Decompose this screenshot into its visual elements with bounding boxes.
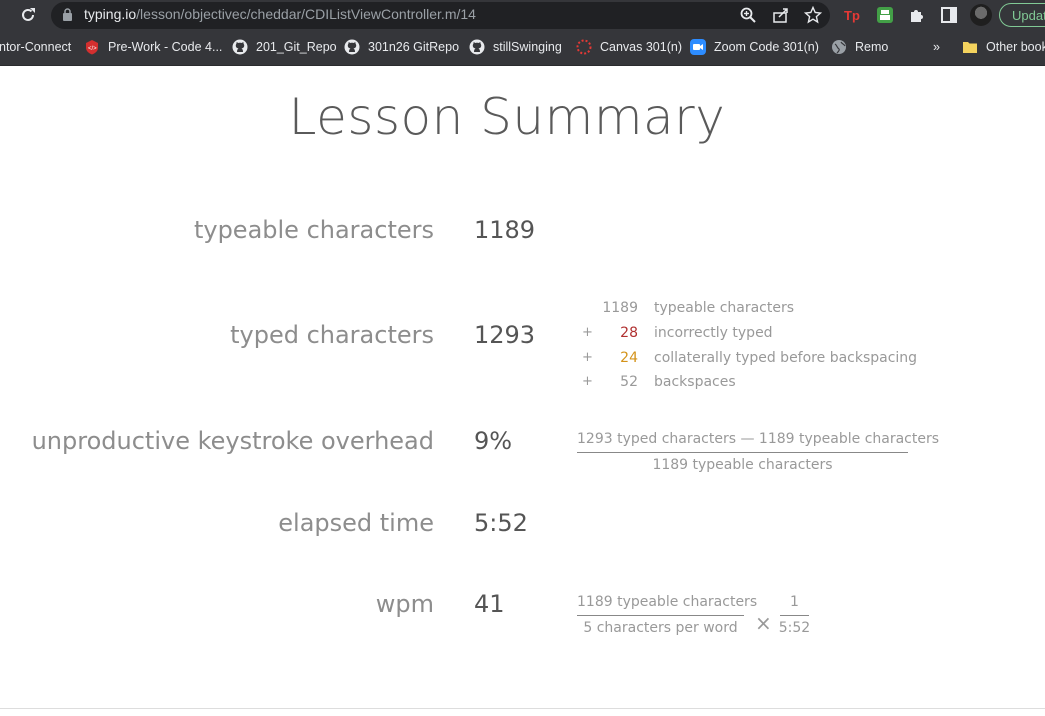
typed-characters-label: typed characters [230,321,434,349]
footer-divider [0,708,1045,709]
github-icon [344,39,360,55]
extension-printer-icon[interactable] [876,6,894,24]
typeable-characters-label: typeable characters [193,216,434,244]
elapsed-time-label: elapsed time [278,509,434,537]
star-icon[interactable] [804,6,822,24]
share-icon[interactable] [772,6,790,24]
breakdown-text: incorrectly typed [654,325,773,341]
url-text[interactable]: typing.io/lesson/objectivec/cheddar/CDIL… [84,6,476,22]
time-fraction-numerator: 1 [790,594,799,610]
update-button[interactable]: Updat [999,3,1045,27]
globe-icon [832,40,846,54]
breakdown-text: collaterally typed before backspacing [654,350,918,366]
reload-icon[interactable] [18,5,38,25]
breakdown-operator: + [582,350,593,365]
github-icon [469,39,485,55]
extensions-puzzle-icon[interactable] [908,6,926,24]
breakdown-text: backspaces [654,374,736,390]
browser-toolbar: typing.io/lesson/objectivec/cheddar/CDIL… [0,0,1045,31]
overhead-fraction-bar [577,452,908,453]
wpm-formula-denominator: 5 characters per word [583,620,738,636]
github-icon [232,39,248,55]
time-fraction-denominator: 5:52 [778,620,811,636]
breakdown-number: 52 [620,374,638,390]
multiply-operator: × [755,611,772,635]
page-title: Lesson Summary [288,88,726,146]
typing-extension-icon[interactable]: Tp [844,6,862,24]
wpm-value: 41 [474,590,505,618]
overhead-formula-numerator: 1293 typed characters — 1189 typeable ch… [577,431,940,447]
svg-text:Tp: Tp [844,8,860,23]
lock-icon[interactable] [62,8,73,21]
overhead-value: 9% [474,427,513,455]
typeable-characters-value: 1189 [474,216,536,244]
overhead-label: unproductive keystroke overhead [31,427,434,455]
wpm-fraction-bar [577,615,744,616]
breakdown-number: 1189 [602,300,638,316]
bookmarks-overflow-button[interactable]: » [933,39,940,57]
breakdown-number: 24 [620,350,638,366]
breakdown-text: typeable characters [654,300,795,316]
time-fraction-bar [780,615,809,616]
bookmark-item[interactable]: ntor-Connect [0,39,71,57]
canvas-icon [576,39,592,55]
profile-avatar[interactable] [970,4,992,26]
zoom-app-icon [690,39,706,55]
bookmarks-bar: ntor-Connect </> Pre-Work - Code 4... 20… [0,31,1045,66]
folder-icon [963,42,977,53]
zoom-icon[interactable] [739,6,757,24]
overhead-formula-denominator: 1189 typeable characters [652,457,833,473]
side-panel-icon[interactable] [940,6,958,24]
typed-characters-value: 1293 [474,321,536,349]
breakdown-operator: + [582,325,593,340]
svg-text:</>: </> [88,46,97,52]
breakdown-operator: + [582,374,593,389]
code-fellows-icon: </> [86,40,98,55]
wpm-label: wpm [375,590,434,618]
breakdown-number: 28 [620,325,638,341]
wpm-formula-numerator: 1189 typeable characters [577,594,758,610]
elapsed-time-value: 5:52 [474,509,528,537]
